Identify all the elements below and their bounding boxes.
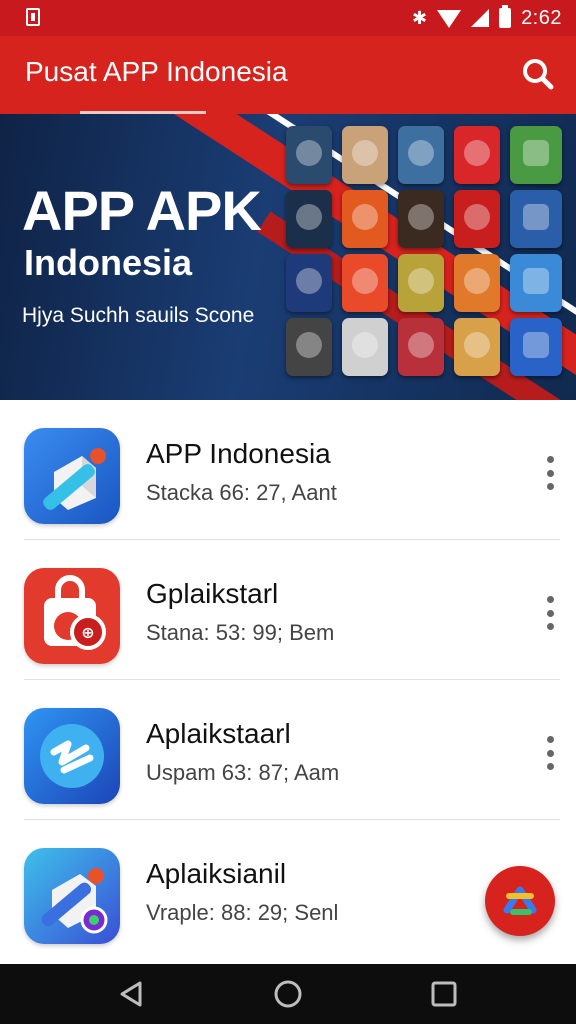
app-meta: Stana: 53: 99; Bem	[146, 620, 335, 645]
status-time: 2:62	[521, 6, 562, 29]
svg-text:⊕: ⊕	[81, 623, 94, 642]
aplaikstaarl-icon	[24, 708, 120, 804]
app-name: Gplaikstarl	[146, 578, 279, 609]
signal-icon	[471, 9, 490, 27]
system-nav-bar	[0, 964, 576, 1024]
banner-app-tile	[454, 190, 500, 248]
wifi-icon	[437, 10, 462, 28]
app-bar: Pusat APP Indonesia	[0, 36, 576, 114]
more-dot	[546, 749, 554, 757]
app-tile-column	[510, 126, 562, 376]
app-meta: Uspam 63: 87; Aam	[146, 760, 340, 785]
app-title: Pusat APP Indonesia	[25, 56, 288, 87]
search-icon	[523, 59, 554, 90]
back-icon	[120, 981, 142, 1007]
app-meta: Stacka 66: 27, Aant	[146, 480, 337, 505]
banner-app-tile	[454, 254, 500, 312]
shopping-bag-icon: ⊕	[24, 568, 120, 664]
banner-tagline: Hjya Suchh sauils Scone	[22, 304, 255, 327]
more-dot	[546, 763, 554, 770]
more-options-button[interactable]	[542, 736, 558, 770]
more-dot	[546, 469, 554, 477]
app-tile-grid	[286, 126, 500, 376]
status-icons: ✱ 2:62	[411, 5, 562, 30]
app-indonesia-icon	[24, 428, 120, 524]
banner-app-tile	[286, 318, 332, 376]
banner-app-tile	[510, 126, 562, 184]
app-name: APP Indonesia	[146, 438, 331, 469]
banner-app-tile	[342, 254, 388, 312]
more-dot	[546, 596, 554, 603]
more-dot	[546, 483, 554, 490]
more-dot	[546, 609, 554, 617]
back-button[interactable]	[116, 978, 148, 1010]
list-item[interactable]: ⊕ Gplaikstarl Stana: 53: 99; Bem	[0, 540, 576, 680]
battery-icon	[499, 5, 512, 28]
more-options-button[interactable]	[542, 456, 558, 490]
recents-icon	[431, 981, 457, 1007]
app-notification-icon	[26, 8, 40, 26]
floating-action-button[interactable]	[485, 866, 555, 936]
banner-app-tile	[342, 318, 388, 376]
app-name: Aplaikstaarl	[146, 718, 291, 749]
banner-app-tile	[342, 126, 388, 184]
banner-app-tile	[286, 190, 332, 248]
bluetooth-icon: ✱	[411, 8, 428, 28]
banner-title: APP APK	[22, 179, 262, 242]
recents-button[interactable]	[428, 978, 460, 1010]
banner-app-tile	[510, 318, 562, 376]
more-dot	[546, 623, 554, 630]
app-name: Aplaiksianil	[146, 858, 287, 889]
promo-banner[interactable]: APP APK Indonesia Hjya Suchh sauils Scon…	[0, 114, 576, 400]
search-button[interactable]	[518, 54, 558, 94]
banner-subtitle: Indonesia	[24, 242, 193, 283]
banner-app-tile	[398, 126, 444, 184]
banner-app-tile	[510, 254, 562, 312]
home-icon	[274, 980, 302, 1008]
banner-app-tile	[398, 254, 444, 312]
status-bar: ✱ 2:62	[0, 0, 576, 36]
app-meta: Vraple: 88: 29; Senl	[146, 900, 339, 925]
home-button[interactable]	[272, 978, 304, 1010]
banner-app-tile	[454, 318, 500, 376]
list-item[interactable]: Aplaikstaarl Uspam 63: 87; Aam	[0, 680, 576, 820]
more-dot	[546, 736, 554, 743]
banner-app-tile	[510, 190, 562, 248]
banner-app-tile	[342, 190, 388, 248]
banner-app-tile	[398, 318, 444, 376]
more-options-button[interactable]	[542, 596, 558, 630]
banner-app-tile	[398, 190, 444, 248]
aplaiksianil-icon	[24, 848, 120, 944]
banner-app-tile	[286, 254, 332, 312]
list-item[interactable]: APP Indonesia Stacka 66: 27, Aant	[0, 400, 576, 540]
more-dot	[546, 456, 554, 463]
banner-app-tile	[454, 126, 500, 184]
banner-app-tile	[286, 126, 332, 184]
refresh-icon	[503, 886, 537, 915]
